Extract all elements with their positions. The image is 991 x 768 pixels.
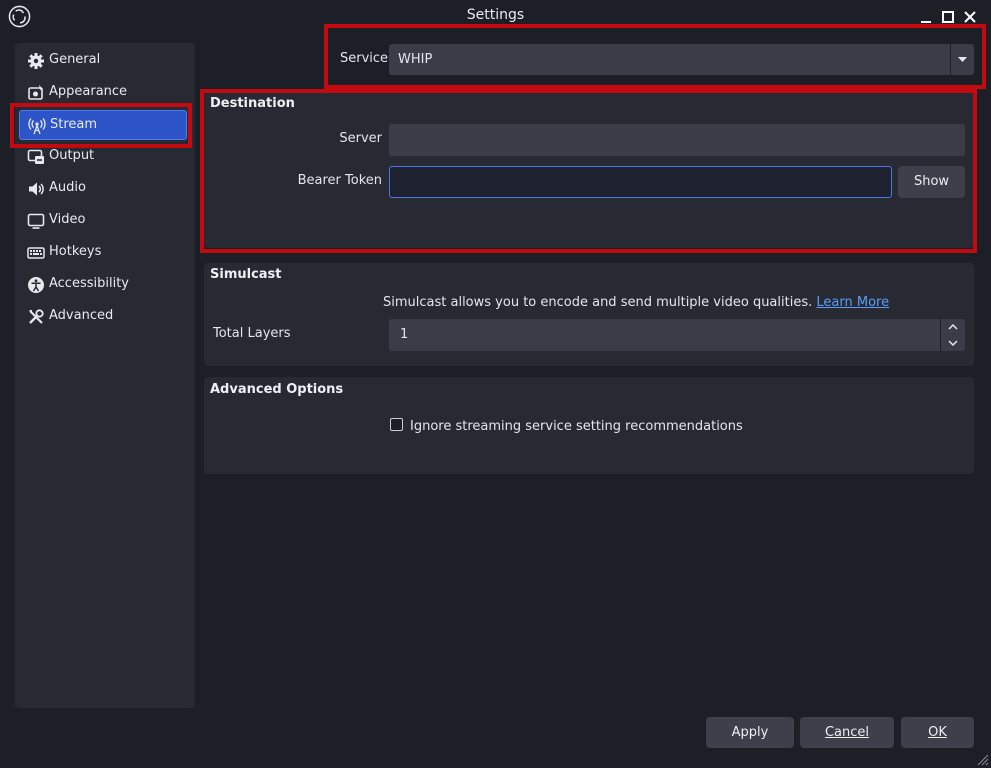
window-title: Settings [466,7,525,23]
resize-grip-icon[interactable] [975,752,989,766]
accessibility-icon [28,277,44,293]
advanced-options-title: Advanced Options [210,382,344,397]
spin-down-icon[interactable] [941,335,965,351]
ok-button[interactable]: OK [901,717,974,748]
destination-highlight-box [200,89,977,253]
service-highlight-box [324,24,986,89]
sidebar-item-hotkeys[interactable]: Hotkeys [19,238,187,268]
sidebar-item-video[interactable]: Video [19,206,187,236]
sidebar-item-label: General [49,52,101,67]
sidebar-item-accessibility[interactable]: Accessibility [19,270,187,300]
sidebar-item-label: Hotkeys [49,244,102,259]
sidebar-item-label: Video [49,212,86,227]
apply-button[interactable]: Apply [706,717,794,748]
simulcast-description: Simulcast allows you to encode and send … [383,295,890,310]
sidebar-item-label: Appearance [49,84,128,99]
sidebar-item-label: Output [49,148,95,163]
tools-icon [29,309,44,324]
sidebar-item-general[interactable]: General [19,46,187,76]
sidebar-item-label: Advanced [49,308,114,323]
sidebar-item-label: Accessibility [49,276,129,291]
sidebar-item-advanced[interactable]: Advanced [19,302,187,332]
total-layers-spinbox[interactable]: 1 [389,319,965,351]
sidebar-item-label: Audio [49,180,86,195]
total-layers-label: Total Layers [213,326,291,341]
appearance-icon [28,85,43,100]
spin-up-icon[interactable] [941,319,965,335]
stream-highlight-box [10,103,192,148]
monitor-icon [27,213,45,229]
ignore-recommendations-label[interactable]: Ignore streaming service setting recomme… [410,419,743,434]
ignore-recommendations-checkbox[interactable] [390,418,403,431]
total-layers-value: 1 [400,327,409,342]
keyboard-icon [27,247,45,259]
gear-icon [28,53,44,69]
speaker-icon [29,182,44,196]
output-icon [27,149,44,164]
sidebar-item-audio[interactable]: Audio [19,174,187,204]
simulcast-title: Simulcast [210,267,282,282]
cancel-button[interactable]: Cancel [800,717,894,748]
learn-more-link[interactable]: Learn More [816,295,889,310]
